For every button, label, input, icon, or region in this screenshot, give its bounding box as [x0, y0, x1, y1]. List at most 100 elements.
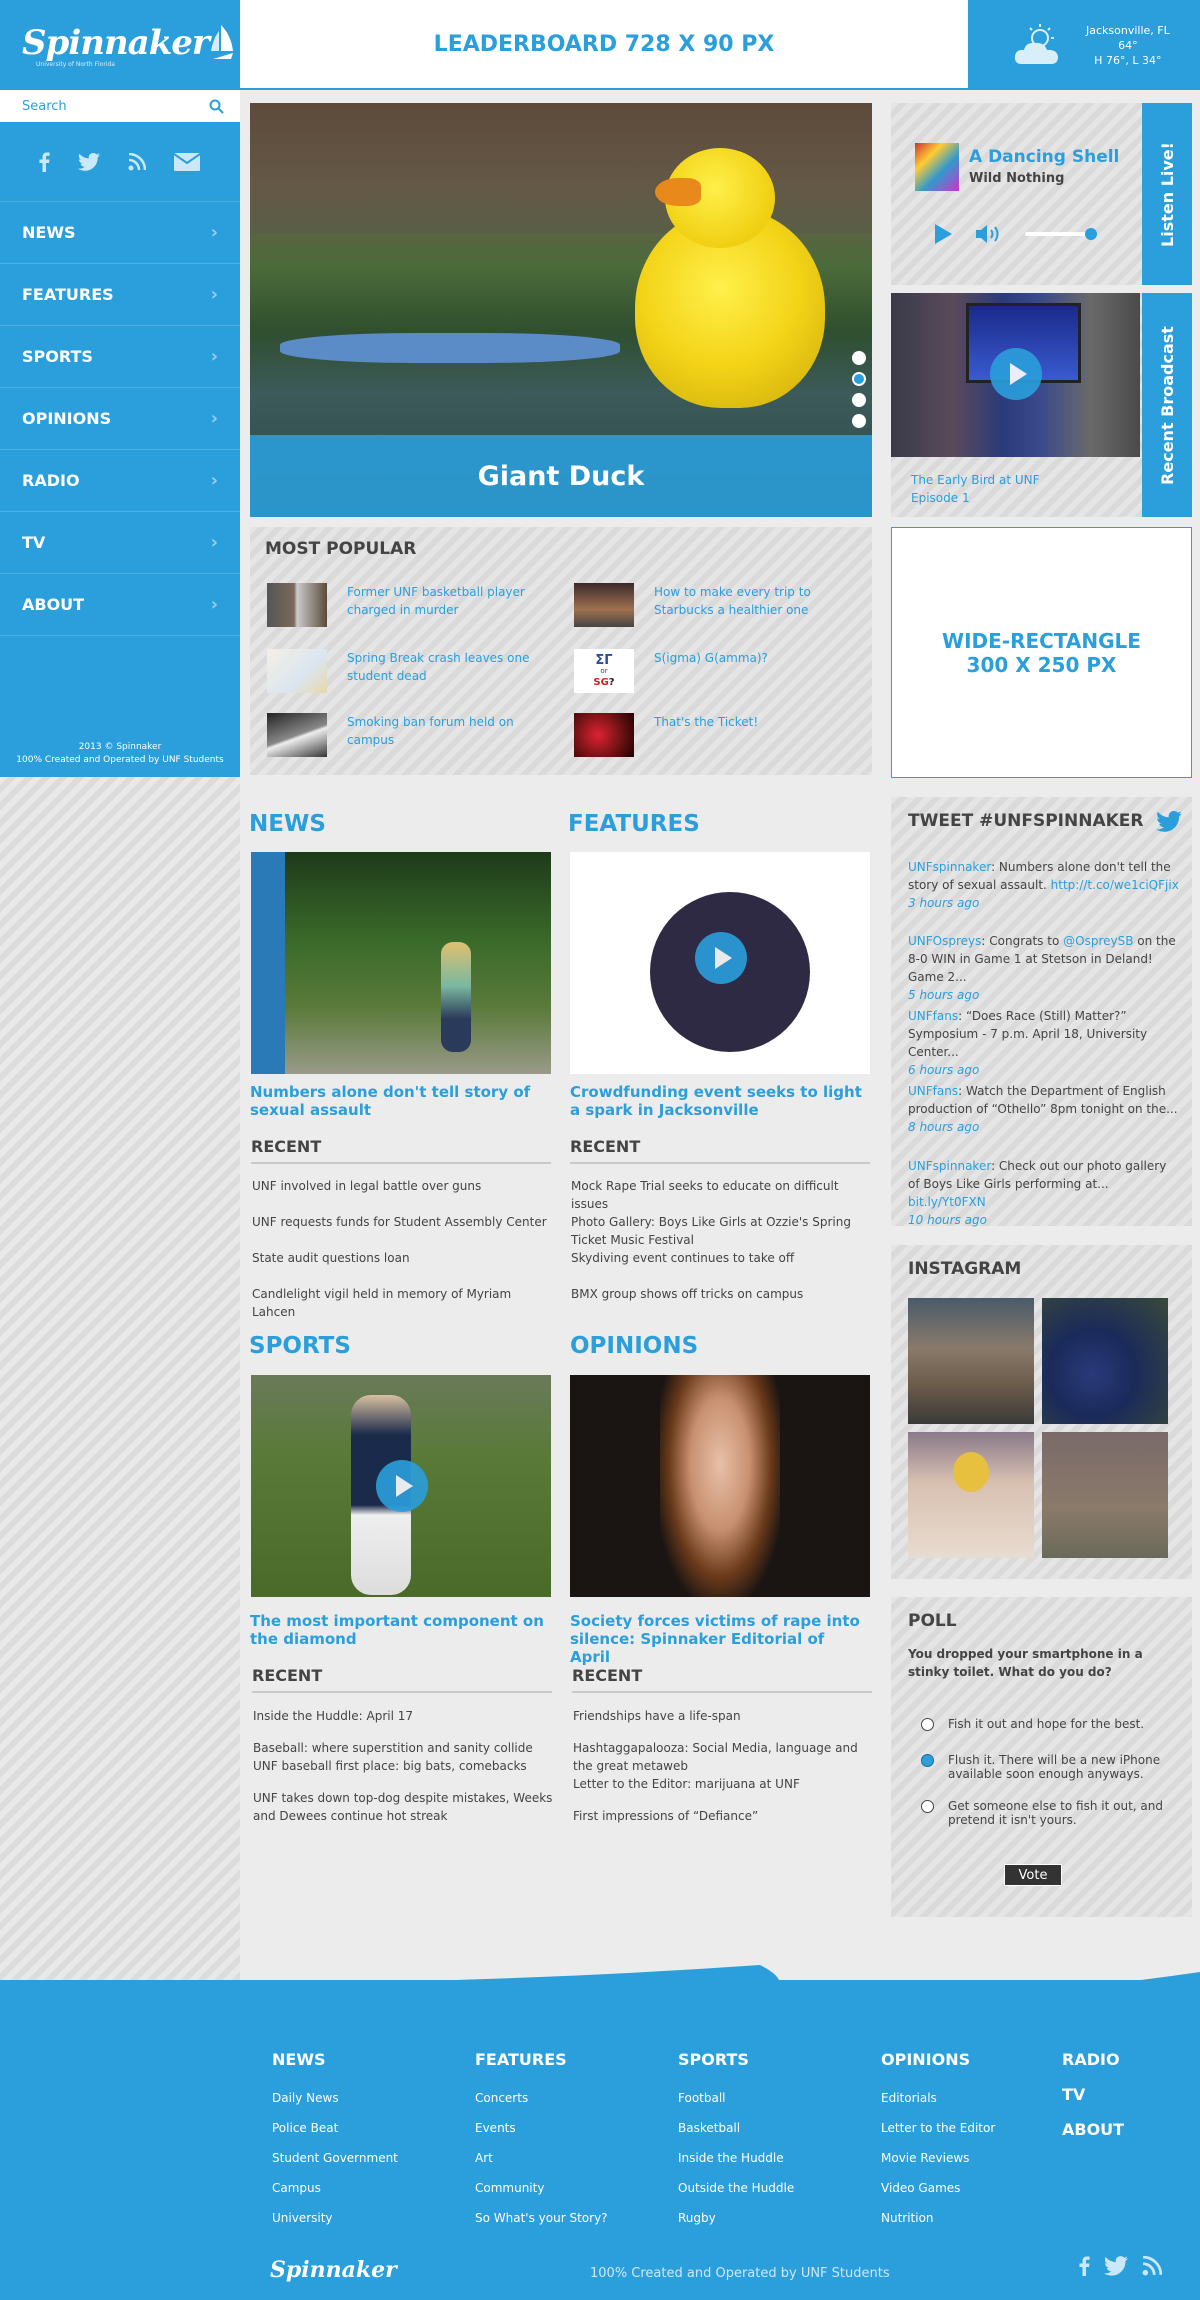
footer-heading[interactable]: RADIO: [1062, 2050, 1124, 2069]
recent-item[interactable]: BMX group shows off tricks on campus: [571, 1285, 871, 1303]
recent-item[interactable]: Hashtaggapalooza: Social Media, language…: [573, 1739, 873, 1775]
footer-link[interactable]: Art: [475, 2143, 608, 2173]
vote-button[interactable]: Vote: [1004, 1864, 1062, 1886]
instagram-photo[interactable]: [908, 1432, 1034, 1558]
slider-dot[interactable]: [852, 351, 866, 365]
nav-item-tv[interactable]: TV ›: [0, 512, 240, 574]
recent-item[interactable]: UNF requests funds for Student Assembly …: [252, 1213, 552, 1231]
popular-link[interactable]: Smoking ban forum held on campus: [347, 713, 547, 749]
features-section-title[interactable]: FEATURES: [568, 811, 700, 837]
wide-rectangle-ad[interactable]: WIDE-RECTANGLE 300 X 250 PX: [891, 527, 1192, 778]
play-icon[interactable]: [933, 223, 953, 245]
popular-item[interactable]: Smoking ban forum held on campus: [267, 713, 557, 757]
footer-link[interactable]: Inside the Huddle: [678, 2143, 794, 2173]
tweet-user[interactable]: UNFfans: [908, 1084, 958, 1098]
volume-slider[interactable]: [1025, 228, 1097, 240]
hero-caption[interactable]: Giant Duck: [250, 435, 872, 517]
listen-live-tab[interactable]: Listen Live!: [1142, 103, 1192, 285]
poll-option[interactable]: Flush it. There will be a new iPhone ava…: [921, 1753, 1181, 1781]
play-button[interactable]: [990, 348, 1042, 400]
footer-link[interactable]: Events: [475, 2113, 608, 2143]
instagram-photo[interactable]: [1042, 1432, 1168, 1558]
facebook-icon[interactable]: [1078, 2256, 1090, 2276]
play-button[interactable]: [695, 932, 747, 984]
poll-option[interactable]: Fish it out and hope for the best.: [921, 1717, 1181, 1731]
broadcast-title[interactable]: The Early Bird at UNF Episode 1: [911, 471, 1071, 507]
hero-slider[interactable]: Giant Duck: [250, 103, 872, 517]
recent-item[interactable]: UNF involved in legal battle over guns: [252, 1177, 552, 1195]
footer-link[interactable]: Rugby: [678, 2203, 794, 2233]
nav-item-about[interactable]: ABOUT ›: [0, 574, 240, 636]
sports-feature-image[interactable]: [251, 1375, 551, 1597]
instagram-photo[interactable]: [908, 1298, 1034, 1424]
email-icon[interactable]: [174, 152, 200, 171]
twitter-icon[interactable]: [1156, 811, 1182, 832]
recent-item[interactable]: Friendships have a life-span: [573, 1707, 873, 1725]
nav-item-opinions[interactable]: OPINIONS ›: [0, 388, 240, 450]
twitter-icon[interactable]: [78, 152, 100, 171]
footer-link[interactable]: So What's your Story?: [475, 2203, 608, 2233]
recent-item[interactable]: Mock Rape Trial seeks to educate on diff…: [571, 1177, 871, 1213]
poll-radio[interactable]: [921, 1754, 934, 1767]
news-headline[interactable]: Numbers alone don't tell story of sexual…: [250, 1083, 545, 1119]
footer-link[interactable]: Community: [475, 2173, 608, 2203]
footer-link[interactable]: Football: [678, 2083, 794, 2113]
footer-link[interactable]: Movie Reviews: [881, 2143, 995, 2173]
search-input[interactable]: [22, 98, 192, 114]
slider-dot[interactable]: [852, 414, 866, 428]
popular-link[interactable]: How to make every trip to Starbucks a he…: [654, 583, 854, 619]
poll-radio[interactable]: [921, 1718, 934, 1731]
tweet-user[interactable]: UNFspinnaker: [908, 1159, 991, 1173]
nav-item-features[interactable]: FEATURES ›: [0, 264, 240, 326]
popular-item[interactable]: Former UNF basketball player charged in …: [267, 583, 557, 627]
footer-link[interactable]: Nutrition: [881, 2203, 995, 2233]
nav-item-news[interactable]: NEWS ›: [0, 202, 240, 264]
popular-item[interactable]: Spring Break crash leaves one student de…: [267, 649, 557, 693]
footer-link[interactable]: University: [272, 2203, 398, 2233]
popular-link[interactable]: Spring Break crash leaves one student de…: [347, 649, 547, 685]
popular-link[interactable]: S(igma) G(amma)?: [654, 649, 854, 667]
opinions-section-title[interactable]: OPINIONS: [570, 1333, 698, 1359]
facebook-icon[interactable]: [38, 152, 50, 172]
popular-item[interactable]: That's the Ticket!: [574, 713, 864, 757]
volume-knob[interactable]: [1085, 228, 1097, 240]
popular-item[interactable]: ΣΓ or SG? S(igma) G(amma)?: [574, 649, 864, 693]
footer-heading[interactable]: FEATURES: [475, 2050, 608, 2069]
nav-item-radio[interactable]: RADIO ›: [0, 450, 240, 512]
tweet-user[interactable]: UNFOspreys: [908, 934, 981, 948]
footer-heading[interactable]: SPORTS: [678, 2050, 794, 2069]
footer-link[interactable]: Outside the Huddle: [678, 2173, 794, 2203]
recent-item[interactable]: UNF takes down top-dog despite mistakes,…: [253, 1789, 553, 1825]
popular-link[interactable]: Former UNF basketball player charged in …: [347, 583, 547, 619]
recent-item[interactable]: Baseball: where superstition and sanity …: [253, 1739, 553, 1757]
sports-section-title[interactable]: SPORTS: [249, 1333, 351, 1359]
rss-icon[interactable]: [128, 152, 146, 171]
news-feature-image[interactable]: [251, 852, 551, 1074]
broadcast-thumbnail[interactable]: [891, 293, 1140, 457]
tweet-user[interactable]: UNFspinnaker: [908, 860, 991, 874]
footer-link[interactable]: Letter to the Editor: [881, 2113, 995, 2143]
slider-dot[interactable]: [852, 393, 866, 407]
search-icon[interactable]: [209, 99, 224, 114]
tweet-user[interactable]: UNFfans: [908, 1009, 958, 1023]
recent-item[interactable]: Photo Gallery: Boys Like Girls at Ozzie'…: [571, 1213, 871, 1249]
footer-link[interactable]: Editorials: [881, 2083, 995, 2113]
rss-icon[interactable]: [1142, 2256, 1162, 2276]
twitter-icon[interactable]: [1104, 2256, 1128, 2276]
instagram-photo[interactable]: [1042, 1298, 1168, 1424]
popular-link[interactable]: That's the Ticket!: [654, 713, 854, 731]
leaderboard-ad[interactable]: LEADERBOARD 728 X 90 PX: [240, 0, 968, 90]
recent-item[interactable]: Skydiving event continues to take off: [571, 1249, 871, 1267]
recent-item[interactable]: Inside the Huddle: April 17: [253, 1707, 553, 1725]
recent-item[interactable]: Candlelight vigil held in memory of Myri…: [252, 1285, 552, 1321]
features-headline[interactable]: Crowdfunding event seeks to light a spar…: [570, 1083, 865, 1119]
footer-heading[interactable]: OPINIONS: [881, 2050, 995, 2069]
play-button[interactable]: [376, 1460, 428, 1512]
slider-dot[interactable]: [852, 372, 866, 386]
footer-heading[interactable]: ABOUT: [1062, 2120, 1124, 2139]
recent-broadcast-tab[interactable]: Recent Broadcast: [1142, 293, 1192, 517]
nav-item-sports[interactable]: SPORTS ›: [0, 326, 240, 388]
news-section-title[interactable]: NEWS: [249, 811, 326, 837]
recent-item[interactable]: Letter to the Editor: marijuana at UNF: [573, 1775, 873, 1793]
poll-radio[interactable]: [921, 1800, 934, 1813]
